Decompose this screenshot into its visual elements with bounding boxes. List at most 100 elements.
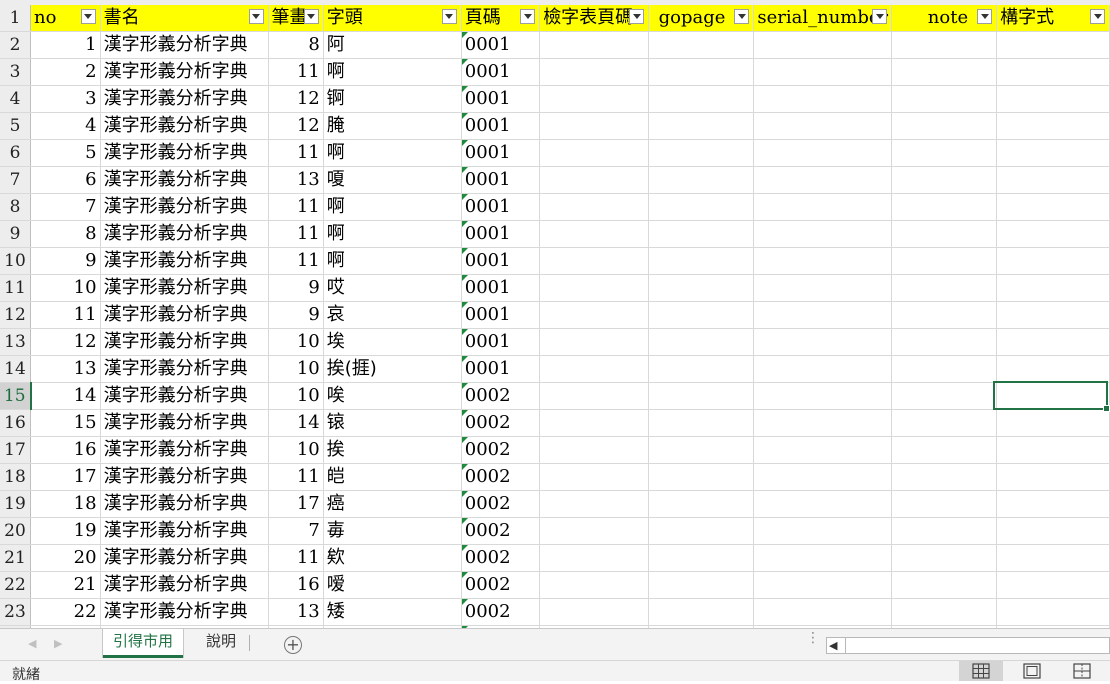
empty-cell[interactable]: [996, 193, 1110, 221]
cell-strokes[interactable]: 8: [268, 31, 324, 59]
cell-book[interactable]: 漢字形義分析字典: [100, 112, 269, 140]
cell-page[interactable]: 0001: [461, 301, 541, 329]
row-number[interactable]: 7: [0, 166, 31, 194]
cell-book[interactable]: 漢字形義分析字典: [100, 355, 269, 383]
scroll-tabs-left-icon[interactable]: ◀: [28, 638, 38, 650]
empty-cell[interactable]: [891, 490, 998, 518]
empty-cell[interactable]: [996, 166, 1110, 194]
empty-cell[interactable]: [539, 544, 650, 572]
empty-cell[interactable]: [648, 220, 755, 248]
empty-cell[interactable]: [996, 301, 1110, 329]
row-number[interactable]: 14: [0, 355, 31, 383]
cell-page[interactable]: 0001: [461, 247, 541, 275]
empty-cell[interactable]: [539, 355, 650, 383]
empty-cell[interactable]: [753, 139, 893, 167]
row-number[interactable]: 8: [0, 193, 31, 221]
cell-no[interactable]: 2: [30, 58, 101, 86]
empty-cell[interactable]: [891, 598, 998, 626]
cell-no[interactable]: 13: [30, 355, 101, 383]
cell-strokes[interactable]: 17: [268, 490, 324, 518]
cell-char[interactable]: 啊: [323, 139, 462, 167]
cell-page[interactable]: 0002: [461, 463, 541, 491]
empty-cell[interactable]: [648, 166, 755, 194]
cell-page[interactable]: 0002: [461, 598, 541, 626]
empty-cell[interactable]: [996, 112, 1110, 140]
cell-page[interactable]: 0001: [461, 31, 541, 59]
cell-page[interactable]: 0002: [461, 436, 541, 464]
cell-strokes[interactable]: 7: [268, 517, 324, 545]
scrollbar-thumb[interactable]: [845, 638, 846, 653]
empty-cell[interactable]: [996, 409, 1110, 437]
cell-char[interactable]: 嗳: [323, 571, 462, 599]
cell-strokes[interactable]: 12: [268, 112, 324, 140]
empty-cell[interactable]: [891, 328, 998, 356]
cell-book[interactable]: 漢字形義分析字典: [100, 193, 269, 221]
row-number[interactable]: 18: [0, 463, 31, 491]
empty-cell[interactable]: [753, 58, 893, 86]
row-number[interactable]: 23: [0, 598, 31, 626]
cell-char[interactable]: 皑: [323, 463, 462, 491]
cell-no[interactable]: 11: [30, 301, 101, 329]
cell-book[interactable]: 漢字形義分析字典: [100, 247, 269, 275]
empty-cell[interactable]: [891, 544, 998, 572]
cell-book[interactable]: 漢字形義分析字典: [100, 328, 269, 356]
row-number[interactable]: 22: [0, 571, 31, 599]
filter-dropdown-icon[interactable]: [248, 9, 264, 24]
cell-char[interactable]: 哀: [323, 301, 462, 329]
empty-cell[interactable]: [648, 571, 755, 599]
empty-cell[interactable]: [753, 31, 893, 59]
row-number[interactable]: 21: [0, 544, 31, 572]
cell-book[interactable]: 漢字形義分析字典: [100, 166, 269, 194]
page-layout-view-icon[interactable]: [1010, 661, 1054, 681]
row-number[interactable]: 11: [0, 274, 31, 302]
add-sheet-icon[interactable]: +: [284, 636, 302, 654]
empty-cell[interactable]: [891, 58, 998, 86]
empty-cell[interactable]: [648, 112, 755, 140]
cell-no[interactable]: 17: [30, 463, 101, 491]
filter-dropdown-icon[interactable]: [977, 9, 993, 24]
scroll-left-icon[interactable]: ◀: [829, 639, 837, 652]
row-number[interactable]: 12: [0, 301, 31, 329]
cell-book[interactable]: 漢字形義分析字典: [100, 85, 269, 113]
cell-strokes[interactable]: 11: [268, 193, 324, 221]
empty-cell[interactable]: [753, 382, 893, 410]
column-header-cell[interactable]: gopage: [648, 5, 755, 32]
spreadsheet-grid[interactable]: 1 no 書名 筆畫 字頭 頁碼 檢字表頁碼 gopage serial_number note 構…: [0, 0, 1110, 628]
empty-cell[interactable]: [891, 382, 998, 410]
empty-cell[interactable]: [753, 598, 893, 626]
cell-page[interactable]: 0001: [461, 328, 541, 356]
cell-book[interactable]: 漢字形義分析字典: [100, 409, 269, 437]
cell-no[interactable]: 3: [30, 85, 101, 113]
empty-cell[interactable]: [996, 436, 1110, 464]
filter-dropdown-icon[interactable]: [1090, 9, 1105, 24]
filter-dropdown-icon[interactable]: [520, 9, 536, 24]
cell-no[interactable]: 19: [30, 517, 101, 545]
cell-book[interactable]: 漢字形義分析字典: [100, 301, 269, 329]
worksheet-table[interactable]: 1 no 書名 筆畫 字頭 頁碼 檢字表頁碼 gopage serial_number note 構…: [0, 5, 1110, 628]
empty-cell[interactable]: [648, 490, 755, 518]
cell-page[interactable]: 0001: [461, 139, 541, 167]
empty-cell[interactable]: [648, 301, 755, 329]
cell-no[interactable]: 9: [30, 247, 101, 275]
empty-cell[interactable]: [891, 355, 998, 383]
cell-book[interactable]: 漢字形義分析字典: [100, 139, 269, 167]
cell-no[interactable]: 22: [30, 598, 101, 626]
empty-cell[interactable]: [996, 274, 1110, 302]
empty-cell[interactable]: [753, 544, 893, 572]
empty-cell[interactable]: [539, 490, 650, 518]
empty-cell[interactable]: [891, 247, 998, 275]
cell-strokes[interactable]: 12: [268, 85, 324, 113]
empty-cell[interactable]: [539, 301, 650, 329]
cell-char[interactable]: 唉: [323, 382, 462, 410]
cell-page[interactable]: 0002: [461, 544, 541, 572]
cell-strokes[interactable]: 11: [268, 463, 324, 491]
empty-cell[interactable]: [891, 463, 998, 491]
empty-cell[interactable]: [753, 571, 893, 599]
cell-no[interactable]: 15: [30, 409, 101, 437]
column-header-cell[interactable]: 書名: [100, 5, 269, 32]
empty-cell[interactable]: [648, 139, 755, 167]
cell-char[interactable]: 啊: [323, 247, 462, 275]
empty-cell[interactable]: [539, 382, 650, 410]
empty-cell[interactable]: [648, 193, 755, 221]
empty-cell[interactable]: [539, 328, 650, 356]
